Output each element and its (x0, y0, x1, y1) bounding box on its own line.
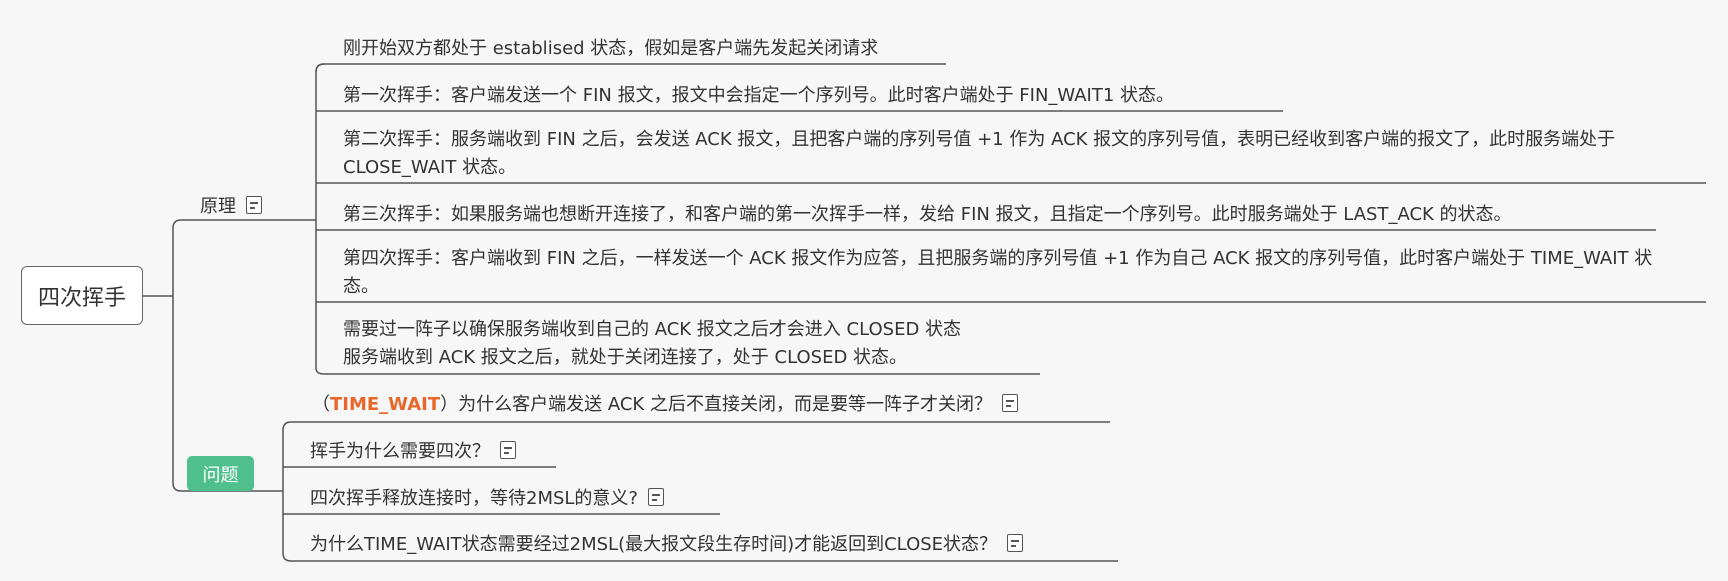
q1-text: ）为什么客户端发送 ACK 之后不直接关闭，而是要等一阵子才关闭？ (440, 394, 992, 415)
q3-text: 四次挥手释放连接时，等待2MSL的意义? (310, 488, 638, 509)
q4-text: 为什么TIME_WAIT状态需要经过2MSL(最大报文段生存时间)才能返回到CL… (310, 534, 998, 555)
principle-branch[interactable]: 原理 (200, 192, 262, 218)
principle-label: 原理 (200, 196, 236, 217)
note-icon[interactable] (1007, 534, 1024, 552)
root-to-principle (172, 219, 316, 296)
note-icon[interactable] (1001, 394, 1018, 412)
principle-item-text: 第二次挥手：服务端收到 FIN 之后，会发送 ACK 报文，且把客户端的序列号值… (343, 129, 1616, 178)
principle-item-text: 第一次挥手：客户端发送一个 FIN 报文，报文中会指定一个序列号。此时客户端处于… (343, 85, 1175, 106)
question-item-3[interactable]: 四次挥手释放连接时，等待2MSL的意义? (310, 485, 664, 513)
principle-item-text: 第三次挥手：如果服务端也想断开连接了，和客户端的第一次挥手一样，发给 FIN 报… (343, 204, 1512, 225)
principle-item-2[interactable]: 第一次挥手：客户端发送一个 FIN 报文，报文中会指定一个序列号。此时客户端处于… (343, 82, 1174, 110)
principle-trunk (315, 63, 325, 368)
principle-item-3[interactable]: 第二次挥手：服务端收到 FIN 之后，会发送 ACK 报文，且把客户端的序列号值… (343, 126, 1698, 182)
question-item-1[interactable]: （TIME_WAIT）为什么客户端发送 ACK 之后不直接关闭，而是要等一阵子才… (312, 391, 1018, 419)
principle-item-text-line1: 需要过一阵子以确保服务端收到自己的 ACK 报文之后才会进入 CLOSED 状态 (343, 319, 962, 340)
principle-item-text: 刚开始双方都处于 establised 状态，假如是客户端先发起关闭请求 (343, 38, 879, 59)
principle-item-5[interactable]: 第四次挥手：客户端收到 FIN 之后，一样发送一个 ACK 报文作为应答，且把服… (343, 245, 1683, 301)
root-node[interactable]: 四次挥手 (21, 266, 143, 325)
q1-open-paren: （ (312, 394, 330, 415)
question-branch[interactable]: 问题 (187, 456, 254, 491)
root-label: 四次挥手 (37, 285, 126, 311)
principle-item-4[interactable]: 第三次挥手：如果服务端也想断开连接了，和客户端的第一次挥手一样，发给 FIN 报… (343, 201, 1512, 229)
question-item-4[interactable]: 为什么TIME_WAIT状态需要经过2MSL(最大报文段生存时间)才能返回到CL… (310, 531, 1024, 559)
principle-item-6[interactable]: 需要过一阵子以确保服务端收到自己的 ACK 报文之后才会进入 CLOSED 状态… (343, 316, 961, 372)
note-icon[interactable] (648, 488, 664, 506)
question-item-2[interactable]: 挥手为什么需要四次？ (310, 438, 516, 466)
note-icon[interactable] (246, 196, 262, 214)
principle-item-text-line2: 服务端收到 ACK 报文之后，就处于关闭连接了，处于 CLOSED 状态。 (343, 347, 908, 368)
leaf-underline-1 (315, 63, 946, 73)
principle-item-text: 第四次挥手：客户端收到 FIN 之后，一样发送一个 ACK 报文作为应答，且把服… (343, 248, 1653, 297)
q1-accent-term: TIME_WAIT (330, 394, 441, 415)
q2-text: 挥手为什么需要四次？ (310, 441, 490, 462)
question-label: 问题 (202, 464, 239, 486)
note-icon[interactable] (500, 441, 516, 459)
principle-item-1[interactable]: 刚开始双方都处于 establised 状态，假如是客户端先发起关闭请求 (343, 35, 878, 63)
